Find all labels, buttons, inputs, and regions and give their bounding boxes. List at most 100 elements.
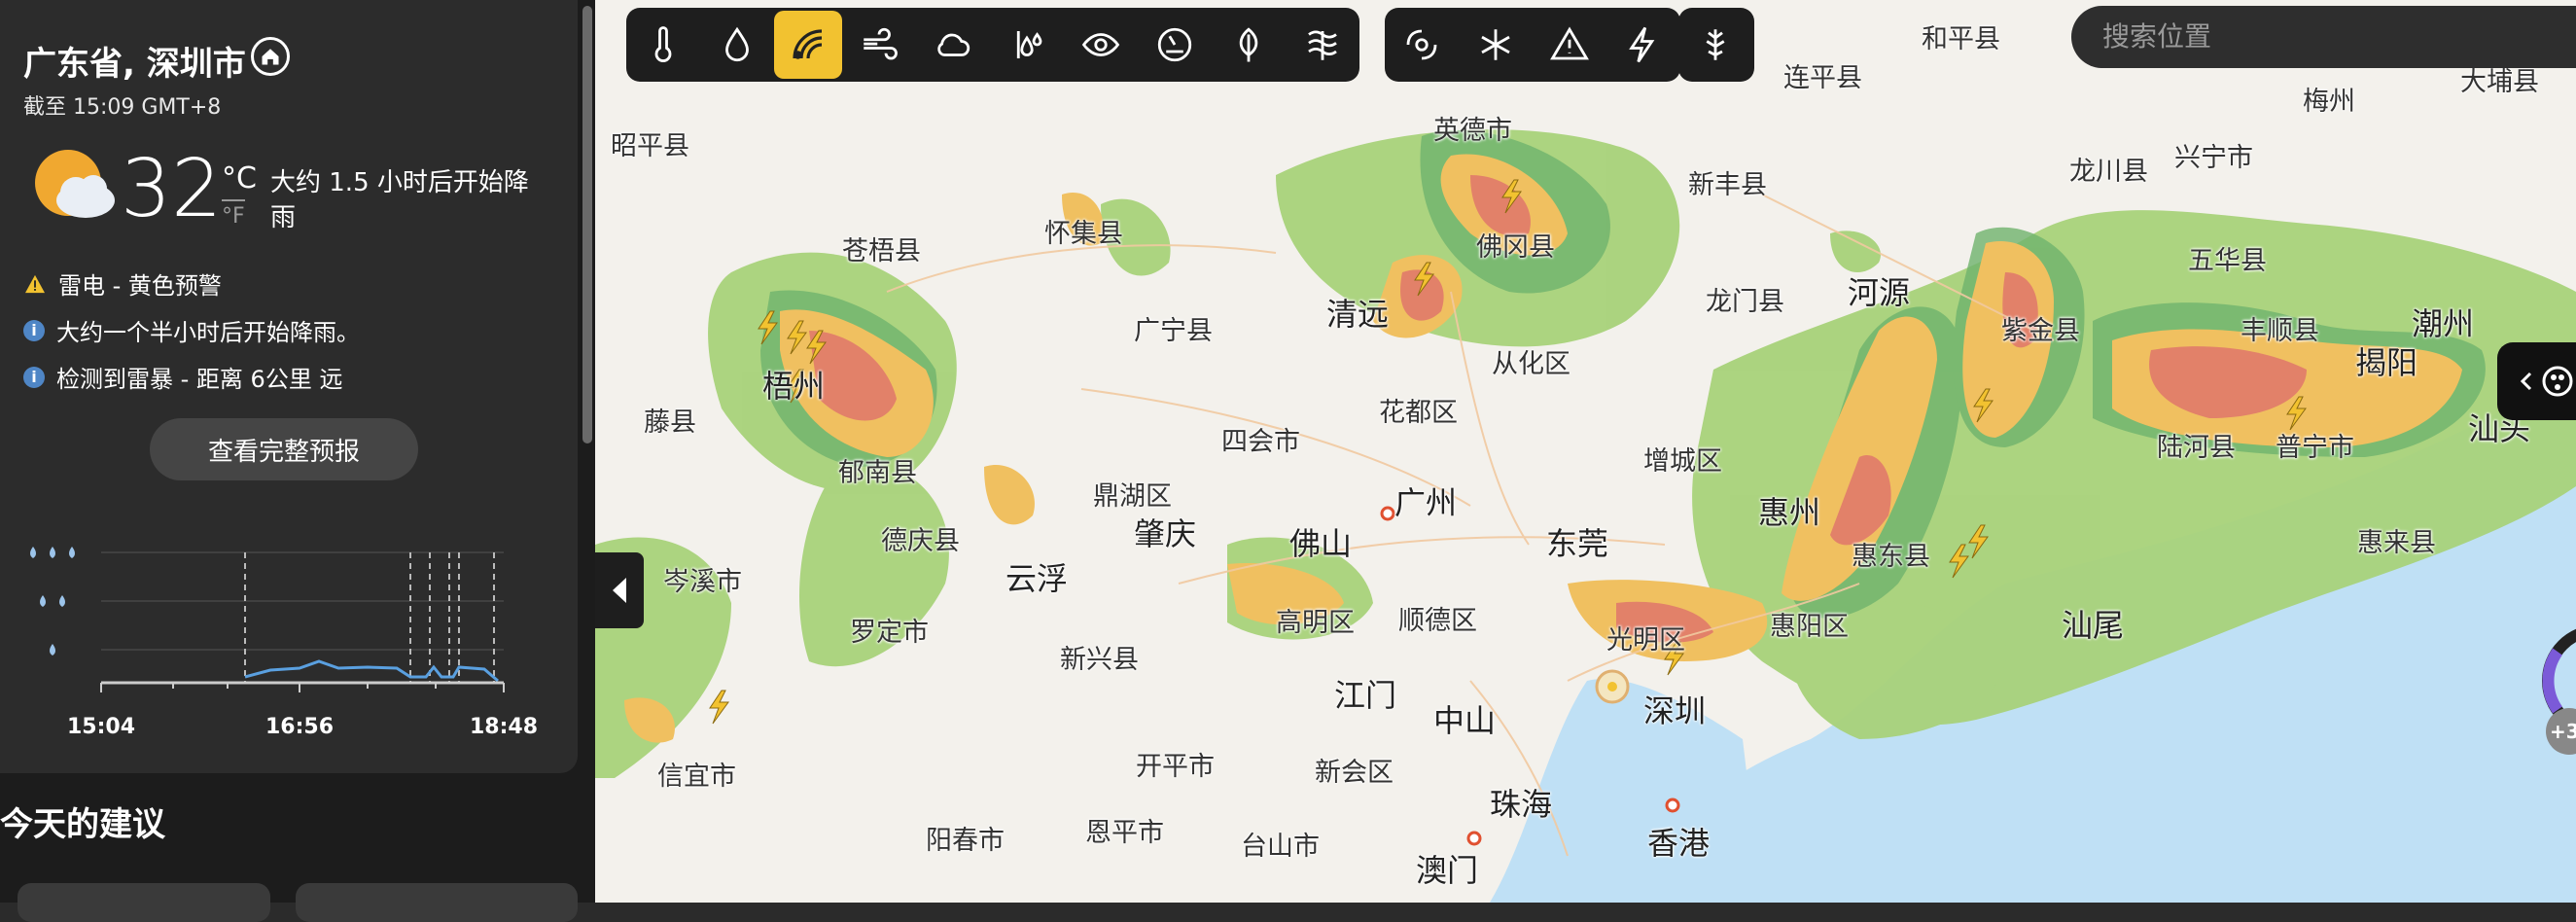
wind-icon[interactable] [842,8,916,82]
cloud-icon[interactable] [916,8,990,82]
map-label: 潮州 [2412,305,2475,342]
map-label: 陆河县 [2157,433,2236,463]
current-temperature: 32 [121,143,223,235]
pressure-icon[interactable] [1138,8,1212,82]
map-label: 汕尾 [2062,607,2125,644]
map-label: 信宜市 [657,762,736,792]
map-label: 苍梧县 [842,236,921,266]
info-text: 大约一个半小时后开始降雨。 [56,319,360,346]
unit-fahrenheit[interactable]: °F [222,204,245,229]
badge-plus-30: +30 [2550,720,2576,743]
map-label: 揭阳 [2355,344,2418,381]
map-label: 惠来县 [2357,528,2436,558]
map-label: 藤县 [644,408,696,438]
map-label: 连平县 [1783,63,1862,93]
warning-icon [23,273,47,295]
map-extra-toolbar [1678,8,1754,82]
alert-row[interactable]: 雷电 - 黄色预警 [23,266,222,301]
rain-forecast-text: 大约 1.5 小时后开始降雨 [270,168,529,232]
map-label: 英德市 [1433,116,1512,146]
map-label: 香港 [1647,825,1711,862]
location-title: 广东省, 深圳市 [23,45,246,84]
hurricane-icon[interactable] [1385,8,1459,82]
search-input[interactable] [2100,19,2576,53]
map-label: 河源 [1848,274,1911,311]
map-label: 澳门 [1416,852,1479,889]
map-label: 德庆县 [881,526,960,556]
map-label: 新兴县 [1060,645,1139,675]
snowflake-icon[interactable] [1459,8,1533,82]
map-label: 从化区 [1492,349,1570,379]
map-event-toolbar [1385,8,1680,82]
timeline-knob[interactable]: +30 [2538,622,2576,759]
waves-icon[interactable] [1286,8,1359,82]
map-label: 光明区 [1606,625,1685,656]
unit-divider [222,199,245,201]
map-label: 郁南县 [838,458,917,488]
radar-icon[interactable] [774,11,842,79]
leaf-icon[interactable] [1212,8,1286,82]
map-label: 普宁市 [2276,433,2354,463]
updated-time: 截至 15:09 GMT+8 [23,95,222,120]
home-icon[interactable] [251,37,290,76]
map-label: 江门 [1334,677,1397,714]
map-layer-toolbar [626,8,1359,82]
alert-text: 雷电 - 黄色预警 [58,272,222,300]
map-label: 五华县 [2188,246,2267,276]
map-label: 佛山 [1289,525,1353,562]
tree-icon[interactable] [1678,8,1752,82]
weather-map[interactable]: 和平县 连平县 梅州 大埔县 昭平县 英德市 新丰县 龙川县 兴宁市 苍梧县 怀… [595,0,2576,903]
map-label: 梧州 [762,368,826,405]
search-box[interactable] [2071,6,2576,68]
droplet-icon[interactable] [700,8,774,82]
map-label: 新丰县 [1688,170,1767,200]
info-row[interactable]: i 大约一个半小时后开始降雨。 [23,313,360,347]
map-label: 广州 [1394,484,1458,521]
map-label: 紫金县 [2001,316,2080,346]
unit-celsius[interactable]: °C [222,161,257,195]
right-panel-toggle[interactable] [2497,342,2576,420]
rain-intensity-icons [30,547,75,656]
map-label: 增城区 [1643,446,1722,477]
eye-icon[interactable] [1064,8,1138,82]
advice-title: 今天的建议 [0,805,165,844]
advice-card[interactable] [296,883,578,922]
lightning-icon[interactable] [1606,8,1680,82]
collapse-panel-button[interactable] [595,552,644,628]
map-label: 顺德区 [1398,606,1477,636]
weather-panel: 广东省, 深圳市 截至 15:09 GMT+8 32 °C °F 大约 1.5 … [0,0,595,922]
partly-cloudy-icon [29,146,119,226]
map-label: 岑溪市 [663,567,742,597]
chart-x-label: 16:56 [265,715,334,739]
info-row[interactable]: i 检测到雷暴 - 距离 6公里 远 [23,360,342,394]
panel-scrollbar[interactable] [580,0,595,903]
map-label: 恩平市 [1085,818,1164,848]
map-label: 肇庆 [1134,515,1197,552]
map-label: 台山市 [1241,832,1320,862]
map-label: 云浮 [1006,560,1069,597]
alert-triangle-icon[interactable] [1533,8,1606,82]
humidity-icon[interactable] [990,8,1064,82]
map-label: 和平县 [1922,24,2000,54]
chart-x-label: 18:48 [470,715,538,739]
map-label: 深圳 [1643,692,1707,729]
map-label: 惠州 [1758,494,1821,531]
advice-card[interactable] [18,883,270,922]
info-icon: i [23,319,45,341]
map-label: 四会市 [1221,427,1300,457]
map-label: 佛冈县 [1476,232,1555,263]
full-forecast-button[interactable]: 查看完整预报 [150,418,418,480]
map-label: 丰顺县 [2241,316,2319,346]
map-label: 珠海 [1490,786,1553,823]
thermometer-icon[interactable] [626,8,700,82]
map-label: 龙门县 [1706,287,1784,317]
map-label: 龙川县 [2069,157,2148,187]
scroll-thumb[interactable] [582,6,592,443]
map-label: 开平市 [1136,752,1215,782]
map-label: 新会区 [1315,758,1394,788]
info-text: 检测到雷暴 - 距离 6公里 远 [56,366,343,393]
precipitation-chart: 15:04 16:56 18:48 [30,547,538,739]
map-label: 惠阳区 [1770,612,1849,642]
info-icon: i [23,366,45,388]
map-label: 梅州 [2303,87,2355,117]
